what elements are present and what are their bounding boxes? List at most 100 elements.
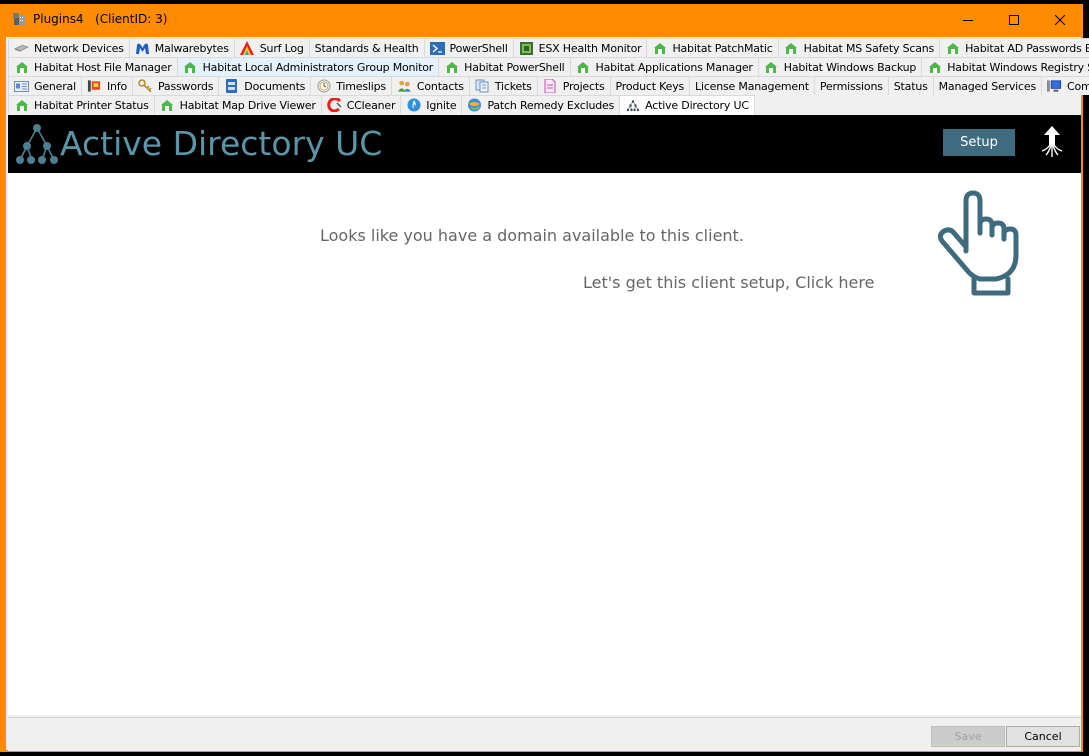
tab-label: Standards & Health (314, 41, 419, 55)
maximize-icon (1009, 14, 1019, 25)
tab-habitat-map-drive-viewer[interactable]: Habitat Map Drive Viewer (153, 95, 322, 114)
tab-timeslips[interactable]: Timeslips (310, 76, 392, 95)
tab-network-devices[interactable]: Network Devices (8, 38, 130, 57)
setup-button[interactable]: Setup (943, 129, 1015, 156)
info-icon (87, 80, 102, 93)
cancel-button[interactable]: Cancel (1006, 726, 1080, 747)
tab-row: General Info Passwords Documents Timeslips Co… (8, 76, 1089, 95)
tab-label: Surf Log (259, 41, 304, 55)
close-button[interactable] (1037, 4, 1083, 35)
tab-tickets[interactable]: Tickets (468, 76, 538, 95)
window-title: Plugins4 (ClientID: 3) (33, 12, 168, 26)
network-device-icon (14, 42, 29, 55)
plugin-window: Plugins4 (ClientID: 3) Network Devices Ma… (0, 4, 1089, 752)
tab-habitat-ms-safety-scans[interactable]: Habitat MS Safety Scans (777, 38, 941, 57)
tab-license-management[interactable]: License Management (689, 76, 815, 95)
squid-icon[interactable] (1040, 126, 1064, 160)
close-icon (1055, 14, 1065, 25)
projects-icon (543, 79, 558, 93)
domain-available-message: Looks like you have a domain available t… (320, 226, 744, 245)
title-bar[interactable]: Plugins4 (ClientID: 3) (0, 4, 1083, 35)
tab-label: Habitat Local Administrators Group Monit… (202, 60, 434, 74)
tab-esx-health-monitor[interactable]: ESX Health Monitor (512, 38, 648, 57)
tab-label: Habitat Windows Registry Search (947, 60, 1089, 74)
tab-habitat-powershell[interactable]: Habitat PowerShell (438, 57, 571, 76)
tab-label: Active Directory UC (645, 99, 749, 112)
tab-patch-remedy-excludes[interactable]: Patch Remedy Excludes (461, 95, 621, 114)
contacts-icon (397, 80, 412, 93)
tab-label: Habitat Map Drive Viewer (179, 98, 316, 112)
tab-label: PowerShell (449, 41, 508, 55)
tab-label: Network Devices (34, 41, 124, 55)
tab-habitat-applications-manager[interactable]: Habitat Applications Manager (569, 57, 759, 76)
tab-habitat-windows-backup[interactable]: Habitat Windows Backup (757, 57, 923, 76)
tab-surf-log[interactable]: Surf Log (233, 38, 310, 57)
habitat-icon (784, 42, 799, 55)
habitat-icon (183, 61, 198, 74)
tab-label: Permissions (819, 79, 883, 93)
habitat-icon (764, 61, 779, 74)
pointing-hand-icon[interactable] (934, 189, 1024, 299)
tickets-icon (475, 79, 490, 93)
tab-documents[interactable]: Documents (218, 76, 312, 95)
tab-label: Ignite (426, 98, 457, 112)
computers-icon (1046, 80, 1062, 93)
tab-ignite[interactable]: Ignite (400, 95, 463, 114)
tab-habitat-ad-passwords-expired[interactable]: Habitat AD Passwords Expired (939, 38, 1089, 57)
tab-habitat-patchmatic[interactable]: Habitat PatchMatic (646, 38, 779, 57)
tab-label: Habitat MS Safety Scans (803, 41, 935, 55)
patch-remedy-icon (467, 98, 482, 112)
maximize-button[interactable] (991, 4, 1037, 35)
tab-habitat-host-file-manager[interactable]: Habitat Host File Manager (8, 57, 178, 76)
tab-label: Habitat Applications Manager (595, 60, 753, 74)
habitat-icon (927, 61, 942, 74)
tab-malwarebytes[interactable]: Malwarebytes (128, 38, 235, 57)
tab-label: Habitat PatchMatic (672, 41, 773, 55)
tab-standards-and-health[interactable]: Standards & Health (308, 38, 425, 57)
powershell-icon (429, 41, 445, 55)
tab-managed-services[interactable]: Managed Services (932, 76, 1042, 95)
tab-active-directory-uc[interactable]: Active Directory UC (619, 95, 755, 115)
tab-row: Network Devices Malwarebytes Surf Log Stand… (8, 38, 1089, 57)
tab-permissions[interactable]: Permissions (813, 76, 889, 95)
habitat-icon (14, 99, 29, 112)
passwords-icon (138, 79, 153, 93)
tab-label: Tickets (494, 79, 532, 93)
tab-label: Projects (562, 79, 605, 93)
general-icon (14, 80, 29, 93)
tab-label: Info (106, 79, 127, 93)
active-directory-icon (625, 99, 640, 112)
tab-contacts[interactable]: Contacts (390, 76, 470, 95)
tab-label: Habitat Windows Backup (783, 60, 917, 74)
tab-label: Computers (1066, 79, 1089, 93)
timeslips-icon (316, 79, 331, 93)
tab-product-keys[interactable]: Product Keys (609, 76, 691, 95)
setup-client-link[interactable]: Let's get this client setup, Click here (583, 273, 874, 292)
tab-label: General (34, 79, 76, 93)
tab-ccleaner[interactable]: CCleaner (320, 95, 402, 114)
tab-habitat-windows-registry-search[interactable]: Habitat Windows Registry Search (921, 57, 1089, 76)
client-area: Network Devices Malwarebytes Surf Log Stand… (6, 37, 1089, 751)
tab-habitat-printer-status[interactable]: Habitat Printer Status (8, 95, 155, 114)
tab-label: Managed Services (938, 79, 1037, 93)
tab-status[interactable]: Status (887, 76, 934, 95)
tab-label: Contacts (416, 79, 464, 93)
habitat-icon (945, 42, 960, 55)
surflog-icon (240, 41, 255, 55)
tab-passwords[interactable]: Passwords (131, 76, 220, 95)
tab-info[interactable]: Info (80, 76, 133, 95)
documents-icon (224, 79, 239, 93)
plugin-banner: Active Directory UC Setup (8, 115, 1081, 173)
tab-powershell[interactable]: PowerShell (423, 38, 514, 57)
tab-computers[interactable]: Computers (1040, 76, 1089, 95)
tab-label: License Management (695, 79, 809, 93)
app-icon (13, 13, 25, 25)
habitat-icon (652, 42, 667, 55)
save-button[interactable]: Save (931, 726, 1005, 747)
tab-habitat-local-administrators-group-monitor[interactable]: Habitat Local Administrators Group Monit… (176, 57, 440, 76)
habitat-icon (576, 61, 591, 74)
tab-general[interactable]: General (8, 76, 82, 95)
tab-panel: Active Directory UC Setup Looks like you… (8, 115, 1081, 715)
tab-projects[interactable]: Projects (536, 76, 611, 95)
minimize-button[interactable] (945, 4, 991, 35)
